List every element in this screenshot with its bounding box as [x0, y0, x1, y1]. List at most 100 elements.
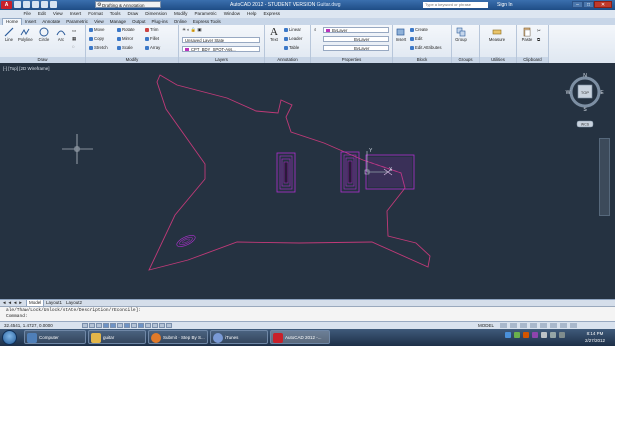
coordinates-display[interactable]: 32.4541, 1.4727, 0.0000: [4, 322, 53, 329]
ortho-toggle[interactable]: [96, 323, 102, 328]
mirror-button[interactable]: Mirror: [117, 36, 133, 42]
draw-extra-icons[interactable]: ▭: [72, 28, 76, 34]
menu-tools[interactable]: Tools: [106, 10, 124, 18]
menu-dimension[interactable]: Dimension: [142, 10, 171, 18]
otrack-toggle[interactable]: [124, 323, 130, 328]
tray-volume-icon[interactable]: [550, 332, 556, 338]
viewcube-north[interactable]: N: [583, 73, 587, 79]
sign-in-button[interactable]: Sign In: [497, 0, 513, 10]
tray-app-icon[interactable]: [505, 332, 511, 338]
application-menu-button[interactable]: A: [1, 1, 12, 9]
trim-button[interactable]: Trim: [145, 27, 158, 33]
workspace-select[interactable]: ⚙ Drafting & Annotation: [95, 1, 161, 8]
tab-express-tools[interactable]: Express Tools: [190, 18, 224, 25]
layer-tools-icons[interactable]: ☀ ◐ 🔒 ▣: [182, 27, 201, 33]
leader-button[interactable]: Leader: [284, 36, 302, 42]
arc-button[interactable]: Arc: [54, 27, 68, 42]
menu-insert[interactable]: Insert: [66, 10, 85, 18]
color-select[interactable]: ByLayer: [323, 27, 389, 33]
copy-button[interactable]: Copy: [89, 36, 104, 42]
fillet-button[interactable]: Fillet: [145, 36, 159, 42]
hatch-icon[interactable]: ▦: [72, 36, 76, 42]
edit-block-button[interactable]: Edit: [410, 36, 422, 42]
open-icon[interactable]: [23, 1, 30, 8]
edit-attributes-button[interactable]: Edit Attributes: [410, 45, 442, 51]
navigation-bar[interactable]: [599, 138, 610, 216]
line-button[interactable]: Line: [2, 27, 16, 42]
zoom-icon[interactable]: [530, 323, 537, 328]
menu-parametric[interactable]: Parametric: [191, 10, 220, 18]
viewcube[interactable]: TOP N S W E WCS: [566, 73, 604, 128]
tab-home[interactable]: Home: [2, 18, 23, 25]
tab-online[interactable]: Online: [171, 18, 190, 25]
paste-button[interactable]: Paste: [520, 27, 534, 42]
lwt-toggle[interactable]: [145, 323, 151, 328]
tray-flag-icon[interactable]: [541, 332, 547, 338]
snap-toggle[interactable]: [82, 323, 88, 328]
qp-toggle[interactable]: [159, 323, 165, 328]
table-button[interactable]: Table: [284, 45, 299, 51]
grid-toggle[interactable]: [89, 323, 95, 328]
menu-edit[interactable]: Edit: [34, 10, 49, 18]
workspace-switch-icon[interactable]: [550, 323, 557, 328]
3dosnap-toggle[interactable]: [117, 323, 123, 328]
linear-dim-button[interactable]: Linear: [284, 27, 301, 33]
pan-icon[interactable]: [520, 323, 527, 328]
redo-icon[interactable]: [50, 1, 57, 8]
menu-modify[interactable]: Modify: [170, 10, 191, 18]
search-input[interactable]: Type a keyword or phrase: [423, 2, 488, 8]
polar-toggle[interactable]: [103, 323, 109, 328]
menu-format[interactable]: Format: [85, 10, 107, 18]
viewcube-west[interactable]: W: [566, 90, 571, 96]
menu-file[interactable]: File: [20, 10, 34, 18]
maximize-button[interactable]: □: [583, 1, 594, 8]
text-button[interactable]: A Text: [267, 27, 281, 43]
tray-media-icon[interactable]: [532, 332, 538, 338]
model-space-button[interactable]: MODEL: [478, 322, 494, 329]
tab-parametric[interactable]: Parametric: [63, 18, 91, 25]
linetype-select[interactable]: ByLayer: [323, 36, 389, 42]
minimize-button[interactable]: –: [572, 1, 583, 8]
menu-view[interactable]: View: [49, 10, 66, 18]
tray-network-icon[interactable]: [514, 332, 520, 338]
command-input[interactable]: Command:: [6, 314, 28, 320]
create-block-button[interactable]: Create: [410, 27, 428, 33]
new-icon[interactable]: [14, 1, 21, 8]
tpy-toggle[interactable]: [152, 323, 158, 328]
stretch-button[interactable]: Stretch: [89, 45, 108, 51]
ducs-toggle[interactable]: [131, 323, 137, 328]
current-layer-select[interactable]: CPT_BDY_SPOT-Ass...: [182, 46, 260, 52]
viewcube-top[interactable]: TOP: [581, 90, 589, 95]
move-button[interactable]: Move: [89, 27, 105, 33]
taskbar-clock[interactable]: 8:14 PM 2/27/2012: [580, 330, 610, 344]
close-button[interactable]: ✕: [594, 1, 612, 8]
tray-power-icon[interactable]: [559, 332, 565, 338]
viewcube-east[interactable]: E: [600, 90, 604, 96]
tab-manage[interactable]: Manage: [107, 18, 129, 25]
dyn-toggle[interactable]: [138, 323, 144, 328]
viewcube-south[interactable]: S: [583, 107, 587, 113]
layer-state-select[interactable]: Unsaved Layer State: [182, 37, 260, 43]
match-properties-icon[interactable]: ⌕: [314, 27, 316, 33]
cut-icon[interactable]: ✂: [537, 28, 541, 34]
wcs-menu[interactable]: WCS: [581, 123, 590, 127]
annotation-scale-icon[interactable]: [540, 323, 547, 328]
tab-annotate[interactable]: Annotate: [39, 18, 63, 25]
sc-toggle[interactable]: [166, 323, 172, 328]
array-button[interactable]: Array: [145, 45, 160, 51]
taskbar-itunes[interactable]: iTunes: [210, 330, 268, 344]
rotate-button[interactable]: Rotate: [117, 27, 135, 33]
quick-view-drawings-icon[interactable]: [510, 323, 517, 328]
clean-screen-icon[interactable]: [570, 323, 577, 328]
menu-express[interactable]: Express: [260, 10, 284, 18]
tab-insert[interactable]: Insert: [22, 18, 39, 25]
region-icon[interactable]: ◌: [72, 44, 75, 50]
drawing-area[interactable]: [-] [Top] [2D Wireframe] Y X TOP N S W E…: [0, 63, 615, 299]
taskbar-autocad[interactable]: AutoCAD 2012 -...: [270, 330, 330, 344]
taskbar-guitar-folder[interactable]: guitar: [88, 330, 146, 344]
tab-plugins[interactable]: Plug-ins: [149, 18, 171, 25]
tab-view[interactable]: View: [91, 18, 107, 25]
lineweight-select[interactable]: ByLayer: [323, 45, 389, 51]
copy-clip-icon[interactable]: ⧉: [537, 37, 540, 43]
undo-icon[interactable]: [41, 1, 48, 8]
